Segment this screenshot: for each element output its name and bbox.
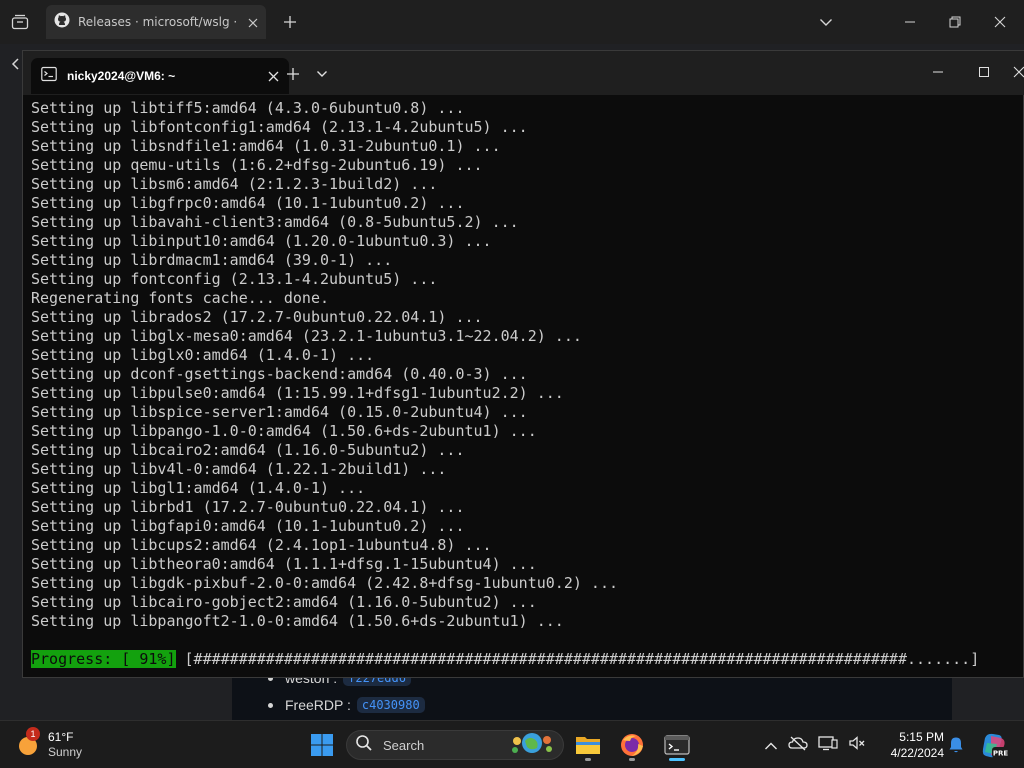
close-tab-icon[interactable] — [248, 13, 258, 32]
new-terminal-tab-button[interactable] — [279, 60, 307, 88]
terminal-line: Setting up libcairo-gobject2:amd64 (1.16… — [31, 593, 537, 611]
copilot-badge: PRE — [993, 750, 1009, 758]
terminal-line: Setting up libsm6:amd64 (2:1.2.3-1build2… — [31, 175, 438, 193]
copilot-icon[interactable]: PRE — [978, 729, 1010, 761]
taskbar-search[interactable]: Search — [346, 730, 564, 760]
terminal-line: Setting up librados2 (17.2.7-0ubuntu0.22… — [31, 308, 483, 326]
notification-badge: 1 — [26, 727, 40, 741]
terminal-line: Setting up libgfapi0:amd64 (10.1-1ubuntu… — [31, 517, 465, 535]
terminal-line: Setting up libtheora0:amd64 (1.1.1+dfsg.… — [31, 555, 537, 573]
chevron-up-icon[interactable] — [764, 736, 778, 755]
terminal-line: Setting up libgdk-pixbuf-2.0-0:amd64 (2.… — [31, 574, 618, 592]
progress-label: Progress: [ 91%] — [31, 650, 176, 668]
browser-tab-title: Releases · microsoft/wslg · GitHub — [78, 15, 240, 29]
terminal-line: Setting up libpango-1.0-0:amd64 (1.50.6+… — [31, 422, 537, 440]
terminal-lines: Setting up libtiff5:amd64 (4.3.0-6ubuntu… — [31, 99, 1021, 631]
terminal-line: Setting up libv4l-0:amd64 (1.22.1-2build… — [31, 460, 447, 478]
bullet-dot — [268, 702, 273, 708]
progress-line: Progress: [ 91%] [######################… — [31, 650, 979, 669]
display-icon[interactable] — [818, 735, 838, 755]
terminal-window: nicky2024@VM6: ~ Setting up libtiff5:amd… — [22, 50, 1024, 678]
search-placeholder: Search — [383, 737, 425, 753]
search-highlight-icon — [509, 731, 555, 759]
terminal-line: Regenerating fonts cache... done. — [31, 289, 330, 307]
running-indicator — [669, 758, 685, 761]
progress-bar: [#######################################… — [184, 650, 980, 668]
commit-link[interactable]: c4030980 — [356, 697, 425, 713]
chevron-down-icon[interactable] — [812, 8, 840, 36]
terminal-line: Setting up librdmacm1:amd64 (39.0-1) ... — [31, 251, 393, 269]
list-item: FreeRDP : c4030980 — [268, 697, 425, 713]
terminal-close-button[interactable] — [1011, 57, 1024, 87]
running-indicator — [629, 758, 635, 761]
search-icon — [355, 734, 373, 756]
tab-actions-icon[interactable] — [4, 7, 36, 37]
bell-icon[interactable] — [944, 731, 968, 759]
terminal-tab-title: nicky2024@VM6: ~ — [67, 69, 176, 83]
taskbar: 1 61°F Sunny Search 5:15 PM 4/22/2024 PR… — [0, 720, 1024, 768]
list-item-label: FreeRDP : — [285, 697, 351, 713]
sun-icon: 1 — [16, 727, 40, 757]
terminal-line: Setting up qemu-utils (1:6.2+dfsg-2ubunt… — [31, 156, 483, 174]
browser-restore-button[interactable] — [941, 8, 969, 36]
github-icon — [54, 12, 70, 32]
terminal-line: Setting up libglx0:amd64 (1.4.0-1) ... — [31, 346, 375, 364]
clock-date: 4/22/2024 — [890, 746, 944, 760]
browser-tab-releases[interactable]: Releases · microsoft/wslg · GitHub — [46, 5, 266, 39]
browser-tab-bar: Releases · microsoft/wslg · GitHub — [0, 0, 1024, 44]
browser-minimize-button[interactable] — [896, 8, 924, 36]
windows-start-icon[interactable] — [306, 727, 338, 763]
close-tab-icon[interactable] — [268, 67, 279, 86]
terminal-line: Setting up libsndfile1:amd64 (1.0.31-2ub… — [31, 137, 501, 155]
system-tray — [760, 727, 880, 763]
weather-condition: Sunny — [48, 745, 83, 759]
clock-time: 5:15 PM — [899, 730, 944, 744]
terminal-line: Setting up libspice-server1:amd64 (0.15.… — [31, 403, 528, 421]
onedrive-offline-icon[interactable] — [788, 735, 808, 755]
terminal-title-bar[interactable]: nicky2024@VM6: ~ — [23, 51, 1024, 95]
file-explorer-icon[interactable] — [570, 727, 606, 763]
terminal-line: Setting up libfontconfig1:amd64 (2.13.1-… — [31, 118, 528, 136]
terminal-line: Setting up libtiff5:amd64 (4.3.0-6ubuntu… — [31, 99, 465, 117]
chevron-down-icon[interactable] — [309, 60, 335, 88]
terminal-line: Setting up librbd1 (17.2.7-0ubuntu0.22.0… — [31, 498, 465, 516]
terminal-line: Setting up libgfrpc0:amd64 (10.1-1ubuntu… — [31, 194, 465, 212]
terminal-icon — [41, 66, 57, 86]
weather-text: 61°F Sunny — [48, 730, 82, 760]
terminal-line: Setting up dconf-gsettings-backend:amd64… — [31, 365, 528, 383]
terminal-line: Setting up libavahi-client3:amd64 (0.8-5… — [31, 213, 519, 231]
terminal-line: Setting up libgl1:amd64 (1.4.0-1) ... — [31, 479, 366, 497]
terminal-line: Setting up libpangoft2-1.0-0:amd64 (1.50… — [31, 612, 564, 630]
terminal-minimize-button[interactable] — [923, 57, 953, 87]
terminal-line: Setting up libpulse0:amd64 (1:15.99.1+df… — [31, 384, 564, 402]
weather-widget[interactable]: 1 61°F Sunny — [16, 727, 136, 763]
terminal-app-icon[interactable] — [659, 727, 695, 763]
terminal-maximize-button[interactable] — [969, 57, 999, 87]
terminal-line: Setting up libcairo2:amd64 (1.16.0-5ubun… — [31, 441, 465, 459]
terminal-line: Setting up libglx-mesa0:amd64 (23.2.1-1u… — [31, 327, 582, 345]
speaker-muted-icon[interactable] — [848, 735, 866, 755]
terminal-tab[interactable]: nicky2024@VM6: ~ — [31, 58, 289, 94]
terminal-output[interactable]: Setting up libtiff5:amd64 (4.3.0-6ubuntu… — [31, 99, 1021, 677]
terminal-line: Setting up libcups2:amd64 (2.4.1op1-1ubu… — [31, 536, 492, 554]
terminal-line: Setting up fontconfig (2.13.1-4.2ubuntu5… — [31, 270, 438, 288]
weather-temp: 61°F — [48, 730, 74, 744]
running-indicator — [585, 758, 591, 761]
terminal-line: Setting up libinput10:amd64 (1.20.0-1ubu… — [31, 232, 492, 250]
browser-close-button[interactable] — [986, 8, 1014, 36]
firefox-icon[interactable] — [614, 727, 650, 763]
clock[interactable]: 5:15 PM 4/22/2024 — [884, 727, 944, 763]
new-tab-button[interactable] — [276, 8, 304, 36]
